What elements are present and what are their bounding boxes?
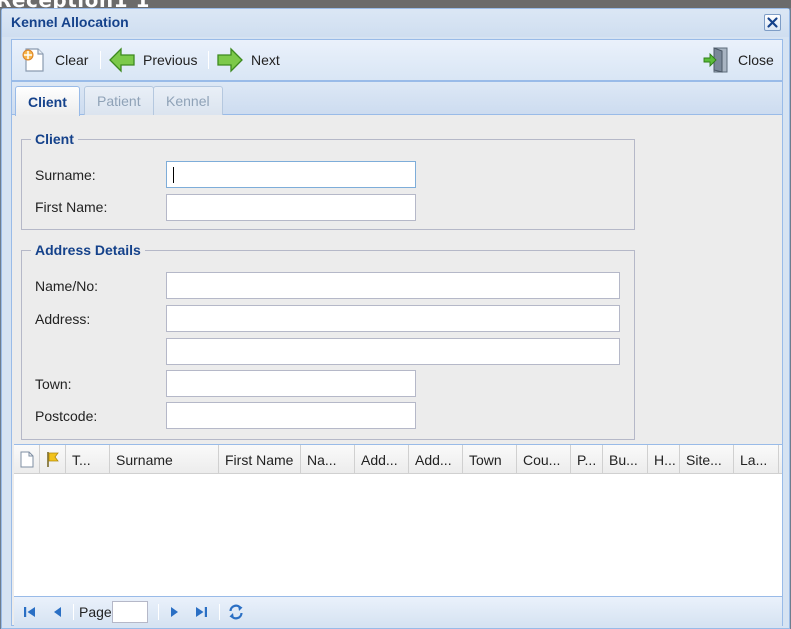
close-label: Close [738,52,774,68]
grid-column-header[interactable]: Site... [680,445,734,474]
paging-toolbar: Page [14,596,782,626]
kennel-allocation-window: Kennel Allocation Clear Previous Next Cl… [1,8,790,629]
close-icon[interactable] [764,14,781,31]
client-grid: T... Surname First Name Na... Add... Add… [14,444,782,626]
document-icon [20,451,34,468]
page-number-input[interactable] [112,601,148,623]
toolbar: Clear Previous Next Close [11,39,783,81]
clear-icon [22,48,44,72]
window-title: Kennel Allocation [11,14,129,30]
client-fieldset: Client Surname: First Name: [21,131,635,230]
name-no-label: Name/No: [35,278,99,294]
grid-column-header[interactable]: Add... [409,445,463,474]
pager-separator [219,604,220,620]
next-label: Next [251,52,280,68]
grid-column-header[interactable]: Na... [301,445,355,474]
surname-label: Surname: [35,167,96,183]
grid-column-header[interactable]: First Name [219,445,301,474]
grid-column-header[interactable]: P... [571,445,603,474]
arrow-right-icon [217,47,243,73]
tab-kennel[interactable]: Kennel [153,86,223,115]
grid-column-header[interactable]: H... [648,445,680,474]
tab-strip: Client Patient Kennel [12,82,782,116]
page-label: Page [79,604,112,620]
surname-input[interactable] [166,161,416,188]
grid-column-header[interactable]: Add... [355,445,409,474]
name-no-input[interactable] [166,272,620,299]
last-page-icon[interactable] [194,605,208,619]
new-record-column[interactable] [14,445,40,474]
flag-column[interactable] [40,445,66,474]
toolbar-separator [208,51,209,69]
postcode-input[interactable] [166,402,416,429]
address-fieldset: Address Details Name/No: Address: Town: … [21,242,635,440]
grid-header: T... Surname First Name Na... Add... Add… [14,445,782,474]
pager-separator [73,604,74,620]
close-button[interactable]: Close [703,44,774,76]
window-titlebar[interactable]: Kennel Allocation [2,9,789,37]
postcode-label: Postcode: [35,408,98,424]
grid-column-header[interactable]: Town [463,445,517,474]
text-caret [173,167,174,183]
exit-door-icon [703,47,728,73]
client-legend: Client [31,131,78,147]
grid-column-header[interactable]: La... [734,445,779,474]
grid-column-header[interactable]: Surname [110,445,219,474]
address-line1-input[interactable] [166,305,620,332]
refresh-icon[interactable] [227,603,245,621]
first-name-label: First Name: [35,199,108,215]
address-line2-input[interactable] [166,338,620,365]
first-page-icon[interactable] [23,605,37,619]
form-panel: Client Patient Kennel Client Surname: Fi… [11,81,783,626]
address-label: Address: [35,311,91,327]
clear-button[interactable]: Clear [20,44,88,76]
arrow-left-icon [109,47,135,73]
toolbar-separator [100,51,101,69]
next-page-icon[interactable] [167,605,181,619]
next-button[interactable]: Next [216,44,280,76]
first-name-input[interactable] [166,194,416,221]
grid-column-header[interactable]: T... [66,445,110,474]
flag-icon [47,452,59,467]
town-label: Town: [35,376,72,392]
grid-column-header[interactable]: Bu... [603,445,648,474]
clear-label: Clear [55,52,89,68]
town-input[interactable] [166,370,416,397]
previous-button[interactable]: Previous [108,44,197,76]
tab-patient[interactable]: Patient [84,86,154,115]
previous-label: Previous [143,52,198,68]
previous-page-icon[interactable] [51,605,65,619]
grid-column-header[interactable]: Cou... [517,445,571,474]
address-legend: Address Details [31,242,145,258]
pager-separator [158,604,159,620]
tab-client[interactable]: Client [15,86,80,116]
